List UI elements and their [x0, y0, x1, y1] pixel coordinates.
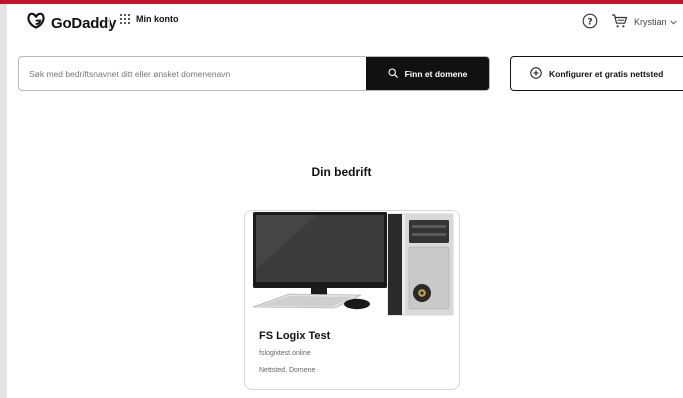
apps-grid-icon [120, 14, 130, 24]
help-button[interactable]: ? [582, 13, 598, 34]
chevron-down-icon [669, 17, 677, 27]
business-card[interactable]: FS Logix Test fslogixtest.online Nettste… [244, 210, 460, 390]
section-title: Din bedrift [311, 165, 372, 179]
help-glyph: ? [587, 17, 592, 27]
business-products: Nettsted, Domene [259, 367, 316, 374]
configure-website-label: Konfigurer et gratis nettsted [549, 68, 664, 79]
domain-search-bar: Finn et domene [18, 56, 490, 91]
plus-circle-icon [530, 66, 542, 81]
desktop-computer-photo [245, 211, 459, 317]
user-name: Krystian [634, 17, 667, 27]
business-domain: fslogixtest.online [259, 350, 311, 357]
find-domain-button[interactable]: Finn et domene [366, 57, 489, 90]
find-domain-label: Finn et domene [404, 68, 468, 79]
logo-wordmark: GoDaddy [51, 14, 117, 32]
configure-website-button[interactable]: Konfigurer et gratis nettsted [510, 56, 683, 91]
cart-icon [611, 14, 628, 33]
business-name: FS Logix Test [259, 330, 331, 342]
account-menu[interactable]: Min konto [120, 14, 179, 24]
header: GoDaddy Min konto ? Krystian [7, 4, 683, 40]
search-icon [388, 67, 398, 80]
godaddy-logo-icon [26, 12, 46, 34]
left-edge-strip [0, 4, 7, 398]
cart-button[interactable] [611, 13, 628, 34]
help-icon: ? [582, 13, 598, 33]
user-menu[interactable]: Krystian [634, 17, 677, 27]
godaddy-logo[interactable]: GoDaddy [26, 12, 116, 34]
header-divider [109, 17, 110, 29]
account-label: Min konto [136, 14, 179, 24]
domain-search-input[interactable] [19, 57, 366, 90]
